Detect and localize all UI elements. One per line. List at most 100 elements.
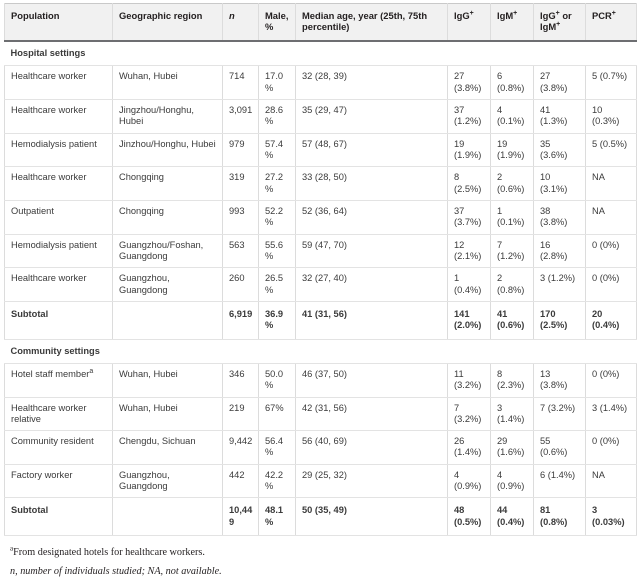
cell-region: Chengdu, Sichuan <box>113 431 223 465</box>
cell-either: 6 (1.4%) <box>534 464 586 498</box>
cell-pcr: 0 (0%) <box>586 268 637 302</box>
cell-either: 3 (1.2%) <box>534 268 586 302</box>
cell-region <box>113 301 223 339</box>
footnote-a: aFrom designated hotels for healthcare w… <box>10 545 630 561</box>
cell-male: 67% <box>259 397 296 431</box>
cell-male: 52.2% <box>259 200 296 234</box>
cell-population: Hemodialysis patient <box>5 133 113 167</box>
cell-pcr: 0 (0%) <box>586 363 637 397</box>
footnote-a-text: From designated hotels for healthcare wo… <box>13 547 205 558</box>
cell-age: 32 (28, 39) <box>296 66 448 100</box>
cell-either: 13 (3.8%) <box>534 363 586 397</box>
cell-population: Healthcare worker relative <box>5 397 113 431</box>
cell-male: 55.6% <box>259 234 296 268</box>
cell-either: 27 (3.8%) <box>534 66 586 100</box>
cell-either: 41 (1.3%) <box>534 99 586 133</box>
cell-population: Healthcare worker <box>5 268 113 302</box>
seroprevalence-table: Population Geographic region n Male, % M… <box>4 3 637 536</box>
cell-age: 46 (37, 50) <box>296 363 448 397</box>
cell-pcr: NA <box>586 464 637 498</box>
cell-either: 7 (3.2%) <box>534 397 586 431</box>
column-header-median-age: Median age, year (25th, 75th percentile) <box>296 4 448 41</box>
table-header: Population Geographic region n Male, % M… <box>5 4 637 41</box>
cell-either: 170 (2.5%) <box>534 301 586 339</box>
header-row: Population Geographic region n Male, % M… <box>5 4 637 41</box>
cell-n: 219 <box>223 397 259 431</box>
cell-population: Hemodialysis patient <box>5 234 113 268</box>
cell-n: 442 <box>223 464 259 498</box>
column-header-male: Male, % <box>259 4 296 41</box>
cell-population: Subtotal <box>5 301 113 339</box>
cell-population: Outpatient <box>5 200 113 234</box>
table-row: Healthcare workerJingzhou/Honghu, Hubei3… <box>5 99 637 133</box>
cell-pcr: 0 (0%) <box>586 234 637 268</box>
cell-igm: 2 (0.6%) <box>491 167 534 201</box>
table-row: Healthcare worker relativeWuhan, Hubei21… <box>5 397 637 431</box>
cell-igm: 29 (1.6%) <box>491 431 534 465</box>
cell-igg: 26 (1.4%) <box>448 431 491 465</box>
column-header-pcr: PCR+ <box>586 4 637 41</box>
cell-region: Jingzhou/Honghu, Hubei <box>113 99 223 133</box>
cell-igg: 8 (2.5%) <box>448 167 491 201</box>
footnotes: aFrom designated hotels for healthcare w… <box>4 536 636 580</box>
cell-igg: 1 (0.4%) <box>448 268 491 302</box>
cell-n: 346 <box>223 363 259 397</box>
column-header-pcr-text: PCR+ <box>592 10 616 21</box>
cell-region: Wuhan, Hubei <box>113 397 223 431</box>
cell-either: 55 (0.6%) <box>534 431 586 465</box>
cell-either: 35 (3.6%) <box>534 133 586 167</box>
cell-igg: 4 (0.9%) <box>448 464 491 498</box>
cell-male: 28.6% <box>259 99 296 133</box>
cell-igm: 4 (0.1%) <box>491 99 534 133</box>
cell-igm: 2 (0.8%) <box>491 268 534 302</box>
cell-population: Healthcare worker <box>5 167 113 201</box>
cell-age: 29 (25, 32) <box>296 464 448 498</box>
cell-n: 979 <box>223 133 259 167</box>
table-row: Community residentChengdu, Sichuan9,4425… <box>5 431 637 465</box>
cell-age: 57 (48, 67) <box>296 133 448 167</box>
column-header-population: Population <box>5 4 113 41</box>
cell-n: 319 <box>223 167 259 201</box>
footnote-abbreviations: n, number of individuals studied; NA, no… <box>10 564 630 580</box>
cell-igg: 27 (3.8%) <box>448 66 491 100</box>
cell-male: 27.2% <box>259 167 296 201</box>
table-row: Hotel staff memberaWuhan, Hubei34650.0%4… <box>5 363 637 397</box>
cell-n: 3,091 <box>223 99 259 133</box>
cell-igm: 6 (0.8%) <box>491 66 534 100</box>
cell-n: 563 <box>223 234 259 268</box>
cell-pcr: NA <box>586 200 637 234</box>
column-header-igg-or-igm: IgG+ or IgM+ <box>534 4 586 41</box>
cell-male: 57.4% <box>259 133 296 167</box>
cell-n: 260 <box>223 268 259 302</box>
section-title: Community settings <box>5 339 637 363</box>
table-body: Hospital settingsHealthcare workerWuhan,… <box>5 41 637 536</box>
cell-population: Factory worker <box>5 464 113 498</box>
cell-region: Guangzhou/Foshan, Guangdong <box>113 234 223 268</box>
cell-age: 59 (47, 70) <box>296 234 448 268</box>
table-row: Healthcare workerChongqing31927.2%33 (28… <box>5 167 637 201</box>
cell-pcr: 10 (0.3%) <box>586 99 637 133</box>
column-header-igg-or-igm-text: IgG+ or IgM+ <box>540 10 572 32</box>
cell-either: 10 (3.1%) <box>534 167 586 201</box>
cell-either: 38 (3.8%) <box>534 200 586 234</box>
cell-region: Wuhan, Hubei <box>113 66 223 100</box>
cell-region: Chongqing <box>113 167 223 201</box>
table-row: Healthcare workerWuhan, Hubei71417.0%32 … <box>5 66 637 100</box>
cell-age: 32 (27, 40) <box>296 268 448 302</box>
table-row: Healthcare workerGuangzhou, Guangdong260… <box>5 268 637 302</box>
table-row: Hemodialysis patientJinzhou/Honghu, Hube… <box>5 133 637 167</box>
cell-pcr: 0 (0%) <box>586 431 637 465</box>
cell-igg: 37 (1.2%) <box>448 99 491 133</box>
cell-pcr: 5 (0.5%) <box>586 133 637 167</box>
table-row: Hemodialysis patientGuangzhou/Foshan, Gu… <box>5 234 637 268</box>
cell-igg: 12 (2.1%) <box>448 234 491 268</box>
cell-footnote-marker: a <box>89 368 93 375</box>
table-row: OutpatientChongqing99352.2%52 (36, 64)37… <box>5 200 637 234</box>
cell-age: 56 (40, 69) <box>296 431 448 465</box>
table-row: Factory workerGuangzhou, Guangdong44242.… <box>5 464 637 498</box>
cell-igm: 19 (1.9%) <box>491 133 534 167</box>
cell-n: 714 <box>223 66 259 100</box>
cell-igm: 1 (0.1%) <box>491 200 534 234</box>
cell-population: Healthcare worker <box>5 66 113 100</box>
section-header-row: Hospital settings <box>5 41 637 66</box>
